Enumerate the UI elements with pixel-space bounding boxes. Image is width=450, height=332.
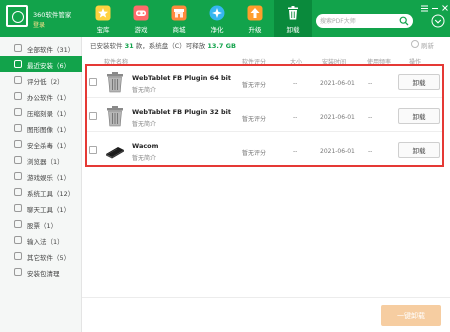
minimize-icon[interactable]	[431, 4, 439, 12]
sidebar-item-label: 聊天工具（1）	[27, 206, 71, 214]
upgrade-icon	[247, 5, 263, 21]
clean-icon	[209, 5, 225, 21]
sidebar-item-chat[interactable]: 聊天工具（1）	[0, 200, 82, 216]
sidebar-item-graphics[interactable]: 图形图像（1）	[0, 120, 82, 136]
footer-bar: 一键卸载	[82, 297, 450, 332]
gamepad-icon	[14, 172, 22, 180]
search-box	[316, 14, 413, 28]
menu-icon[interactable]	[420, 4, 429, 13]
summary-middle: 款，系统盘（C）可释放	[135, 42, 206, 50]
download-manager-icon[interactable]	[431, 14, 445, 28]
tab-label: 净化	[210, 26, 224, 34]
refresh-label: 刷新	[421, 42, 434, 50]
brand: 360软件管家 登录	[6, 5, 76, 33]
tab-games[interactable]: 游戏	[122, 0, 160, 37]
broom-icon	[14, 268, 22, 276]
app-name: 360软件管家	[33, 11, 72, 19]
sidebar-item-low-rating[interactable]: 评分低（2）	[0, 72, 82, 88]
stock-chart-icon	[14, 220, 22, 228]
tab-label: 卸载	[286, 26, 300, 34]
tab-clean[interactable]: 净化	[198, 0, 236, 37]
clock-icon	[14, 60, 22, 68]
one-click-uninstall-button[interactable]: 一键卸载	[381, 305, 441, 326]
sidebar-item-all[interactable]: 全部软件（31）	[0, 40, 82, 56]
document-icon	[14, 92, 22, 100]
sidebar-item-label: 游戏娱乐（1）	[27, 174, 71, 182]
app-logo	[6, 5, 28, 27]
refresh-icon	[411, 40, 419, 48]
close-icon[interactable]	[441, 4, 449, 12]
sidebar-item-label: 股票（1）	[27, 222, 58, 230]
shield-icon	[14, 140, 22, 148]
search-icon[interactable]	[399, 16, 409, 26]
sidebar-item-label: 系统工具（12）	[27, 190, 75, 198]
sidebar-item-games[interactable]: 游戏娱乐（1）	[0, 168, 82, 184]
sidebar-item-stocks[interactable]: 股票（1）	[0, 216, 82, 232]
top-bar: 360软件管家 登录 宝库 游戏 商城 净化 升级 卸载 搜索PDF大师	[0, 0, 450, 37]
star-icon	[95, 5, 111, 21]
sidebar-item-label: 输入法（1）	[27, 238, 64, 246]
tab-label: 宝库	[96, 26, 110, 34]
apps-icon	[14, 252, 22, 260]
tab-treasury[interactable]: 宝库	[84, 0, 122, 37]
install-summary: 已安装软件 31 款，系统盘（C）可释放 13.7 GB	[90, 40, 236, 50]
sidebar-item-browser[interactable]: 浏览器（1）	[0, 152, 82, 168]
sidebar-item-security[interactable]: 安全杀毒（1）	[0, 136, 82, 152]
highlight-box	[85, 64, 444, 167]
thumb-down-icon	[14, 76, 22, 84]
tab-store[interactable]: 商城	[160, 0, 198, 37]
sidebar-item-label: 图形图像（1）	[27, 126, 71, 134]
archive-icon	[14, 108, 22, 116]
gamepad-icon	[133, 5, 149, 21]
sidebar-item-label: 办公软件（1）	[27, 94, 71, 102]
sidebar-item-label: 压缩刻录（1）	[27, 110, 71, 118]
summary-prefix: 已安装软件	[90, 42, 123, 50]
category-sidebar: 全部软件（31） 最近安装（6） 评分低（2） 办公软件（1） 压缩刻录（1） …	[0, 37, 82, 332]
grid-icon	[14, 44, 22, 52]
sidebar-item-system[interactable]: 系统工具（12）	[0, 184, 82, 200]
sidebar-item-label: 评分低（2）	[27, 78, 64, 86]
sidebar-item-label: 安装包清理	[27, 270, 60, 278]
sidebar-item-compress[interactable]: 压缩刻录（1）	[0, 104, 82, 120]
image-icon	[14, 124, 22, 132]
sidebar-item-label: 最近安装（6）	[27, 62, 71, 70]
keyboard-icon	[14, 236, 22, 244]
tab-upgrade[interactable]: 升级	[236, 0, 274, 37]
sidebar-item-label: 浏览器（1）	[27, 158, 64, 166]
wrench-icon	[14, 188, 22, 196]
chat-icon	[14, 204, 22, 212]
search-input[interactable]	[320, 15, 396, 27]
login-link[interactable]: 登录	[33, 20, 45, 29]
tab-uninstall[interactable]: 卸载	[274, 0, 312, 37]
tab-label: 升级	[248, 26, 262, 34]
sidebar-item-package-cleanup[interactable]: 安装包清理	[0, 264, 82, 280]
sidebar-item-input[interactable]: 输入法（1）	[0, 232, 82, 248]
tab-label: 游戏	[134, 26, 148, 34]
sidebar-item-label: 安全杀毒（1）	[27, 142, 71, 150]
store-icon	[171, 5, 187, 21]
trash-icon	[288, 6, 298, 20]
globe-icon	[14, 156, 22, 164]
sidebar-item-office[interactable]: 办公软件（1）	[0, 88, 82, 104]
sidebar-item-other[interactable]: 其它软件（5）	[0, 248, 82, 264]
tab-label: 商城	[172, 26, 186, 34]
sidebar-item-recent[interactable]: 最近安装（6）	[0, 56, 82, 72]
sidebar-item-label: 其它软件（5）	[27, 254, 71, 262]
freeable-size: 13.7 GB	[207, 42, 236, 50]
refresh-button[interactable]: 刷新	[411, 40, 447, 50]
sidebar-item-label: 全部软件（31）	[27, 46, 75, 54]
installed-count: 31	[124, 42, 134, 50]
